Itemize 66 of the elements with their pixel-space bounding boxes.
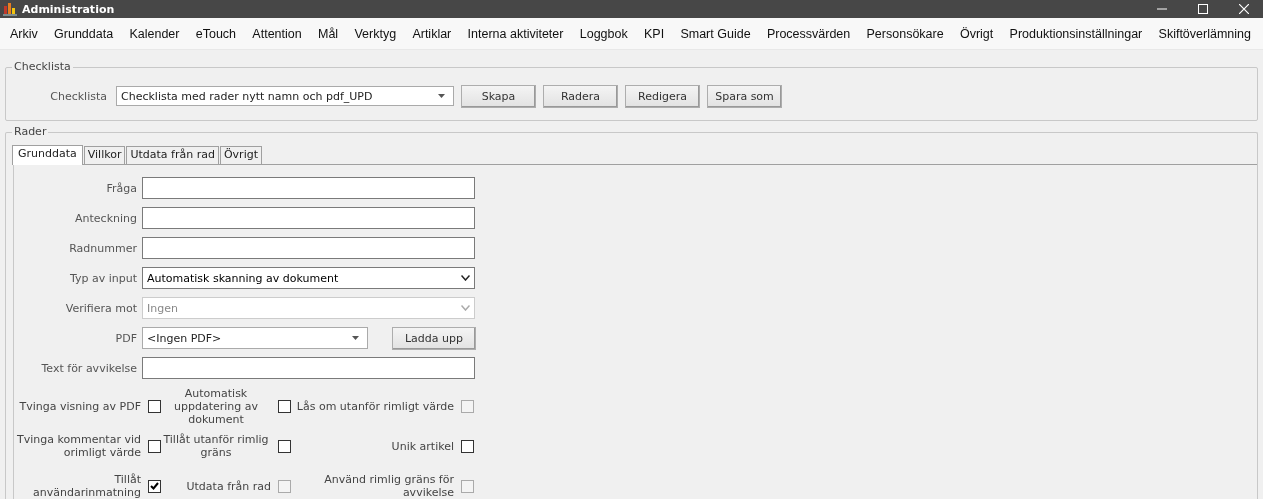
- action-button[interactable]: Spara som: [707, 84, 782, 108]
- menu-item[interactable]: Loggbok: [579, 26, 628, 41]
- checkbox[interactable]: [148, 439, 161, 453]
- checklist-dropdown[interactable]: Checklista med rader nytt namn och pdf_UPD: [116, 86, 454, 106]
- menu-item[interactable]: Mål: [317, 26, 339, 41]
- close-icon[interactable]: [1239, 4, 1249, 14]
- menu-item[interactable]: Grunddata: [54, 26, 114, 41]
- checkbox-label: Unik artikel: [391, 439, 454, 453]
- checkbox-label: Tvinga kommentar vid orimligt värde: [16, 433, 141, 459]
- checkbox-label: Tillåt användarinmatning: [32, 473, 141, 499]
- checkbox-label: Lås om utanför rimligt värde: [296, 399, 454, 413]
- input-field[interactable]: [142, 237, 475, 259]
- select-field[interactable]: Automatisk skanning av dokument: [142, 267, 475, 289]
- menu-item[interactable]: Verktyg: [354, 26, 397, 41]
- checkbox-label: Använd rimlig gräns för avvikelse: [323, 473, 454, 499]
- input-field[interactable]: [142, 177, 475, 199]
- menu-item[interactable]: Övrigt: [959, 26, 994, 41]
- menu-item[interactable]: Artiklar: [412, 26, 452, 41]
- window-title: Administration: [22, 2, 115, 16]
- menu-item[interactable]: Attention: [252, 26, 302, 41]
- checkbox[interactable]: [148, 479, 161, 493]
- menu-item[interactable]: eTouch: [195, 26, 237, 41]
- field-label: PDF: [114, 331, 137, 345]
- tab[interactable]: Övrigt: [219, 146, 262, 164]
- input-field[interactable]: [142, 357, 475, 379]
- checkbox[interactable]: [278, 439, 291, 453]
- input-field[interactable]: [142, 207, 475, 229]
- menu-item[interactable]: Skiftöverlämning: [1158, 26, 1251, 41]
- group-title: Checklista: [12, 60, 73, 73]
- maximize-icon[interactable]: [1198, 4, 1208, 14]
- field-label: Verifiera mot: [64, 301, 137, 315]
- menu-item[interactable]: Personsökare: [866, 26, 944, 41]
- pdf-dropdown[interactable]: <Ingen PDF>: [142, 327, 368, 349]
- dropdown-arrow-icon: [352, 336, 359, 340]
- menu-item[interactable]: Processvärden: [766, 26, 851, 41]
- group-title: Rader: [12, 125, 49, 138]
- menu-item[interactable]: Arkiv: [10, 26, 38, 41]
- field-label: Checklista: [49, 89, 107, 103]
- chevron-down-icon: [461, 305, 470, 311]
- menu-item[interactable]: Kalender: [129, 26, 180, 41]
- field-label: Anteckning: [74, 211, 137, 225]
- tab[interactable]: Utdata från rad: [126, 146, 219, 164]
- menu-item[interactable]: Produktionsinställningar: [1009, 26, 1143, 41]
- checkbox-label: Tillåt utanför rimlig gräns: [162, 433, 270, 459]
- checkbox-label: Automatisk uppdatering av dokument: [173, 386, 259, 426]
- tab[interactable]: Villkor: [83, 146, 126, 164]
- upload-button[interactable]: Ladda upp: [392, 326, 476, 350]
- checkbox[interactable]: [278, 399, 291, 413]
- tab[interactable]: Grunddata: [12, 145, 83, 165]
- field-label: Fråga: [105, 181, 137, 195]
- app-icon: [3, 2, 17, 16]
- checkbox[interactable]: [461, 439, 474, 453]
- action-button[interactable]: Redigera: [625, 84, 700, 108]
- chevron-down-icon: [461, 275, 470, 281]
- action-button[interactable]: Radera: [543, 84, 618, 108]
- field-label: Text för avvikelse: [40, 361, 137, 375]
- dropdown-arrow-icon: [438, 94, 445, 98]
- checkbox-label: Utdata från rad: [186, 479, 271, 493]
- checkbox[interactable]: [148, 399, 161, 413]
- menu-item[interactable]: KPI: [644, 26, 665, 41]
- menu-item[interactable]: Interna aktiviteter: [467, 26, 564, 41]
- action-button[interactable]: Skapa: [461, 84, 536, 108]
- checkbox-label: Tvinga visning av PDF: [19, 399, 141, 413]
- field-label: Typ av input: [68, 271, 137, 285]
- field-label: Radnummer: [68, 241, 137, 255]
- menu-item[interactable]: Smart Guide: [680, 26, 751, 41]
